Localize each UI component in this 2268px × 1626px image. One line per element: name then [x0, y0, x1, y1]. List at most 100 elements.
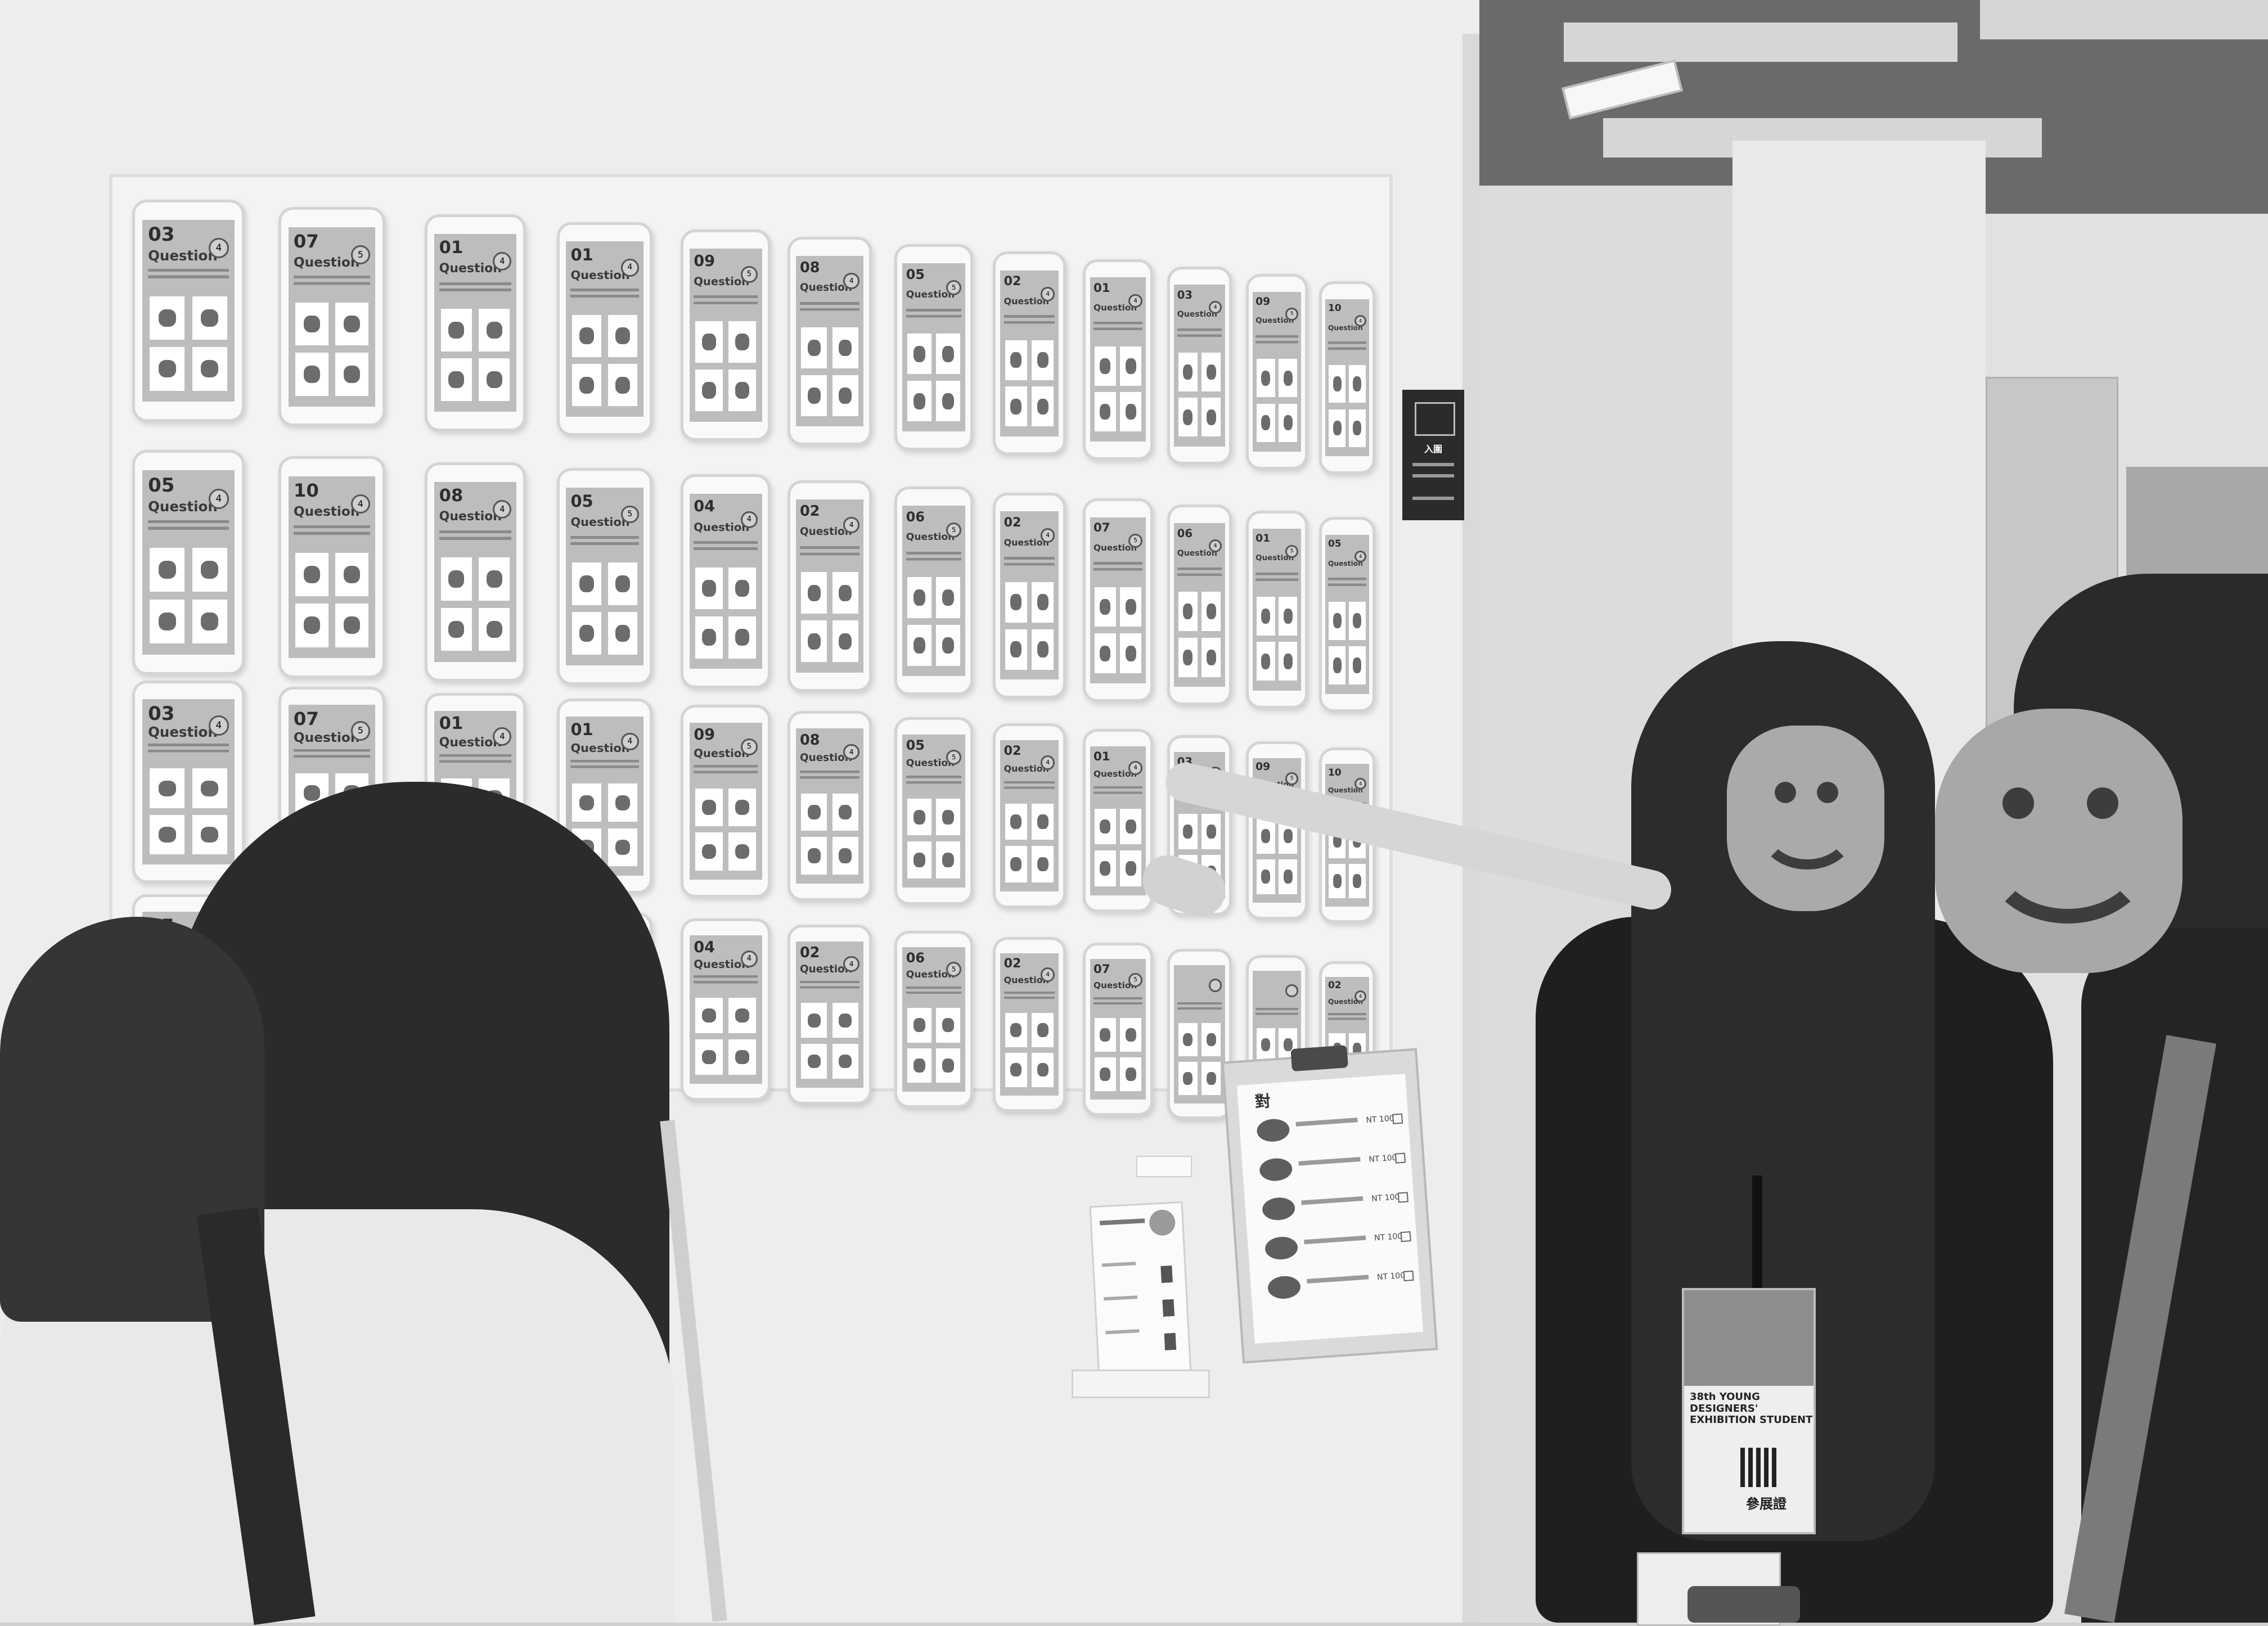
- answer-option: [907, 381, 932, 422]
- phone-mockup: 02 Question 4: [993, 251, 1066, 456]
- answer-option: [832, 837, 858, 875]
- answer-option: [1202, 398, 1221, 437]
- question-number: 05: [906, 737, 925, 753]
- answer-option: [801, 794, 827, 831]
- food-item-icon: [486, 371, 502, 389]
- phone-screen: 10 Question 4: [288, 476, 376, 659]
- food-item-icon: [448, 371, 465, 389]
- question-label: Question: [439, 510, 502, 524]
- phone-mockup: 06 Question 5: [894, 486, 973, 695]
- food-item-icon: [1283, 370, 1293, 386]
- question-text: [694, 541, 758, 555]
- timer-badge-icon: 4: [208, 488, 229, 509]
- answer-option: [1005, 340, 1027, 380]
- answer-option: [936, 1048, 960, 1083]
- food-item-icon: [158, 826, 176, 843]
- food-item-icon: [735, 382, 749, 399]
- question-text: [439, 754, 512, 768]
- answer-option: [1279, 859, 1298, 894]
- phone-mockup: 07 Question 5: [1083, 943, 1153, 1116]
- question-number: 07: [293, 708, 319, 730]
- answer-option: [1032, 582, 1054, 623]
- food-item-icon: [1125, 358, 1136, 374]
- checkbox: [1397, 1192, 1408, 1203]
- food-item-icon: [1037, 1023, 1048, 1037]
- answer-option: [936, 1008, 960, 1043]
- answer-option: [1256, 597, 1275, 636]
- timer-badge-icon: 4: [1354, 314, 1367, 327]
- food-item-icon: [1283, 608, 1293, 624]
- answer-option: [1094, 587, 1116, 627]
- answer-option: [1032, 803, 1054, 840]
- phone-screen: 01 Question 4: [566, 241, 644, 417]
- question-number: 07: [1093, 962, 1110, 976]
- answer-option: [728, 616, 757, 659]
- food-item-icon: [807, 388, 821, 404]
- food-item-icon: [615, 839, 630, 855]
- food-item-icon: [1206, 824, 1216, 839]
- answer-option: [295, 353, 328, 396]
- answer-option: [150, 768, 185, 809]
- food-item-icon: [1261, 370, 1271, 386]
- answer-option: [1349, 365, 1366, 403]
- menu-item: NT 100: [1258, 1147, 1407, 1184]
- ceiling-panel: [1564, 22, 1958, 62]
- answer-option: [440, 308, 472, 352]
- answer-option: [1005, 386, 1027, 427]
- phone-screen: 07 Question 5: [288, 227, 376, 407]
- phone-screen: [1174, 965, 1225, 1103]
- answer-option: [1032, 629, 1054, 670]
- food-item-icon: [942, 393, 955, 409]
- timer-badge-icon: 4: [1040, 967, 1055, 982]
- phone-mockup: 05 Question5: [557, 468, 652, 685]
- answer-option: [608, 828, 637, 867]
- phone-mockup: 10 Question 4: [1319, 281, 1375, 475]
- food-item-icon: [303, 366, 321, 383]
- phone-mockup: 02 Question 4: [788, 925, 872, 1105]
- food-item-icon: [201, 360, 219, 378]
- question-number: 02: [1004, 274, 1022, 289]
- food-item-icon: [486, 620, 502, 638]
- sign-logo: [1415, 402, 1455, 436]
- answer-option: [1178, 813, 1198, 849]
- timer-badge-icon: 5: [1285, 545, 1298, 558]
- answer-option: [478, 557, 510, 601]
- card-text-line: [1104, 1295, 1138, 1301]
- answer-option: [907, 625, 932, 666]
- timer-badge-icon: 4: [1354, 990, 1367, 1002]
- question-number: 01: [570, 719, 593, 739]
- answer-option: [936, 334, 960, 375]
- card-text-line: [1105, 1329, 1140, 1335]
- phone-screen: 02 Question 4: [1000, 270, 1059, 437]
- timer-badge-icon: 4: [1040, 287, 1055, 301]
- food-item-icon: [1206, 409, 1216, 425]
- food-item-icon: [839, 848, 852, 863]
- food-item-icon: [913, 852, 925, 867]
- phone-screen: 10 Question 4: [1325, 299, 1369, 457]
- food-item-icon: [579, 376, 595, 394]
- phone-mockup: 03Question4: [132, 200, 245, 422]
- answer-option: [192, 547, 227, 592]
- food-item-icon: [1183, 603, 1193, 620]
- question-text: [906, 776, 962, 788]
- acrylic-stand-base: [1072, 1370, 1210, 1398]
- answer-option: [295, 302, 328, 346]
- answer-option: [801, 572, 827, 614]
- answer-option: [1178, 1062, 1198, 1096]
- answer-option: [1279, 642, 1298, 681]
- food-item-icon: [807, 848, 821, 863]
- answer-option: [150, 296, 185, 340]
- food-item-icon: [735, 800, 749, 816]
- timer-badge-icon: [1209, 979, 1222, 992]
- food-item-icon: [1183, 649, 1193, 665]
- menu-price: NT 100: [1371, 1192, 1400, 1204]
- dish-icon: [1264, 1236, 1299, 1261]
- food-item-icon: [1353, 657, 1362, 673]
- answer-option: [1329, 863, 1346, 898]
- question-text: [1004, 556, 1055, 570]
- food-item-icon: [1037, 398, 1048, 415]
- timer-badge-icon: 5: [350, 245, 371, 265]
- ceiling-panel: [1980, 0, 2268, 39]
- question-number: 06: [906, 508, 925, 525]
- food-item-icon: [1100, 404, 1111, 420]
